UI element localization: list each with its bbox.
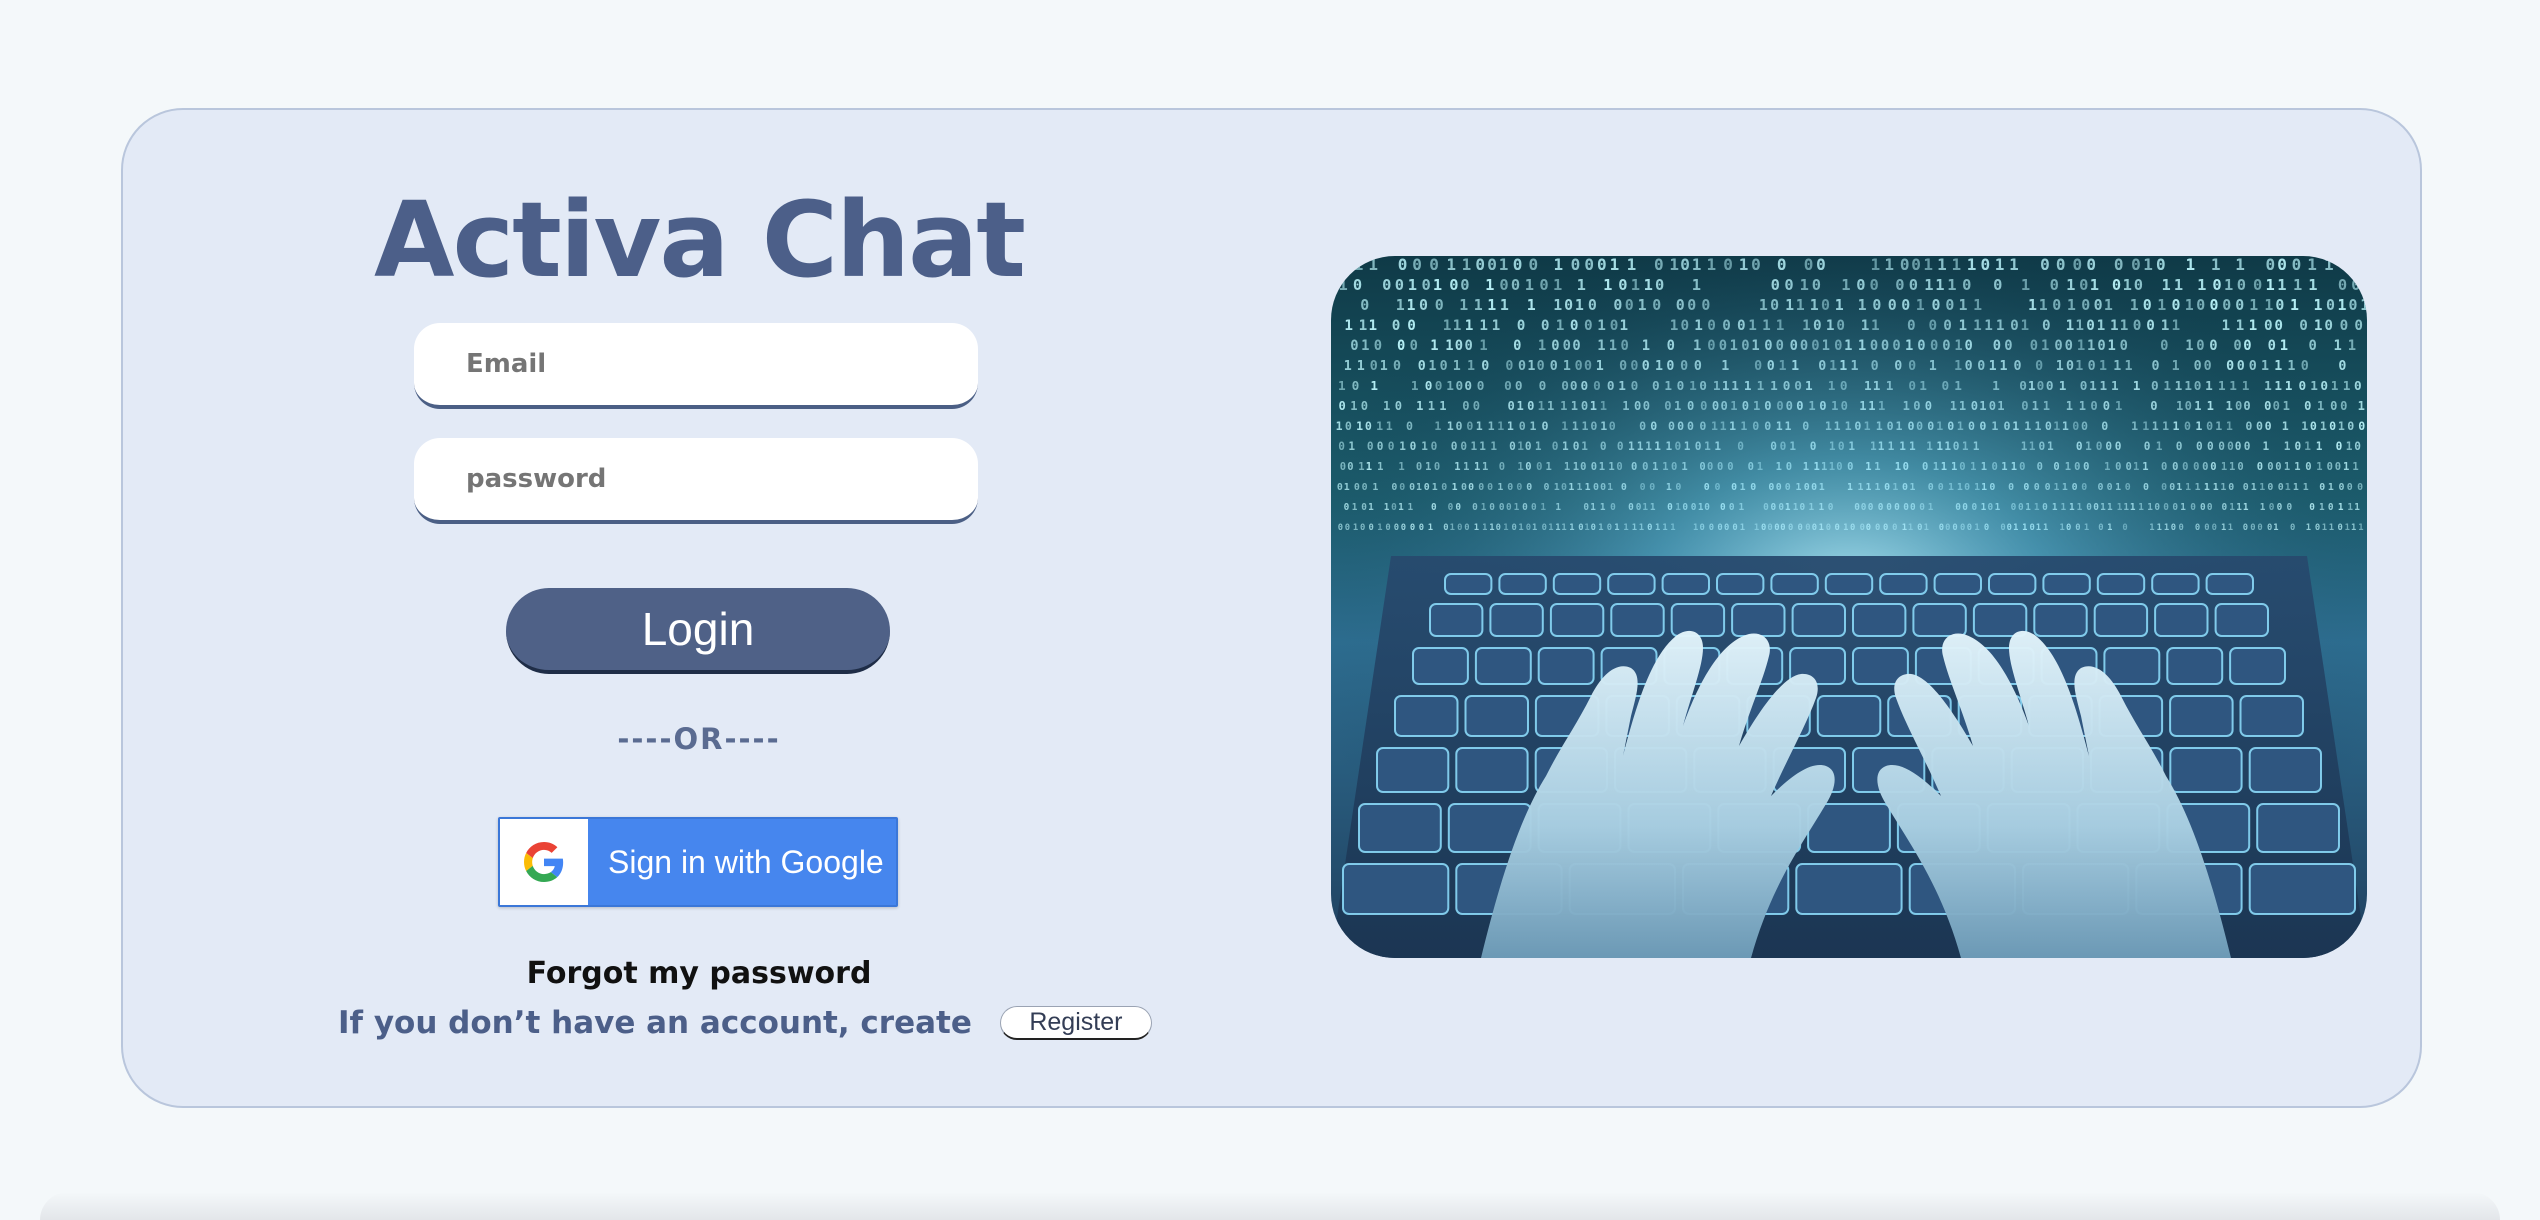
register-prompt: If you don’t have an account, create [338,1005,972,1041]
or-divider: ----OR---- [617,722,781,756]
google-sign-in-label: Sign in with Google [608,843,884,880]
page-bottom-shadow [40,1192,2500,1220]
login-card: Activa Chat Login ----OR---- Sign in wit… [121,108,2422,1108]
keyboard-hands-illustration: 0110001100100100011010110100001100111101… [1331,256,2367,958]
hero-image: 0110001100100100011010110100001100111101… [1331,256,2367,958]
svg-text:0: 0 [1340,256,1350,274]
password-input[interactable] [414,438,978,524]
forgot-password-link[interactable]: Forgot my password [123,956,1275,991]
google-logo-container [500,819,588,905]
svg-text:1: 1 [2352,256,2362,274]
google-sign-in-button[interactable]: Sign in with Google [498,817,898,907]
login-button[interactable]: Login [506,588,890,674]
app-title: Activa Chat [374,179,1026,301]
register-row: If you don’t have an account, create Reg… [338,1005,1152,1041]
email-input[interactable] [414,323,978,409]
register-button[interactable]: Register [999,1006,1152,1040]
login-panel: Activa Chat Login ----OR---- Sign in wit… [123,110,1275,1106]
google-g-icon [524,842,564,882]
